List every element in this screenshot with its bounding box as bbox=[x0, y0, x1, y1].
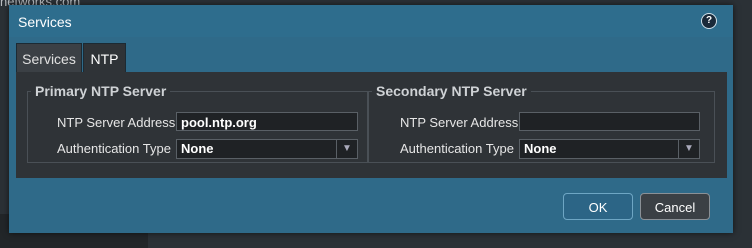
tab-services[interactable]: Services bbox=[16, 43, 82, 74]
secondary-auth-value: None bbox=[524, 141, 557, 156]
ok-button[interactable]: OK bbox=[563, 193, 633, 220]
secondary-auth-label: Authentication Type bbox=[400, 141, 514, 156]
dialog-title: Services bbox=[18, 14, 72, 30]
primary-address-label: NTP Server Address bbox=[57, 115, 176, 130]
secondary-ntp-legend: Secondary NTP Server bbox=[376, 83, 527, 99]
tab-ntp[interactable]: NTP bbox=[83, 43, 126, 74]
secondary-address-label: NTP Server Address bbox=[400, 115, 519, 130]
help-icon[interactable]: ? bbox=[701, 13, 717, 29]
services-dialog: Services ? Services NTP Primary NTP Serv… bbox=[9, 5, 733, 233]
secondary-address-input[interactable] bbox=[519, 112, 700, 131]
primary-address-input[interactable]: pool.ntp.org bbox=[176, 112, 358, 131]
primary-auth-value: None bbox=[181, 141, 214, 156]
chevron-down-icon[interactable]: ▼ bbox=[336, 140, 357, 158]
chevron-down-icon[interactable]: ▼ bbox=[678, 140, 699, 158]
primary-auth-label: Authentication Type bbox=[57, 141, 171, 156]
ntp-panel: Primary NTP Server NTP Server Address po… bbox=[16, 72, 727, 178]
dialog-titlebar[interactable]: Services ? bbox=[9, 5, 733, 37]
cancel-button[interactable]: Cancel bbox=[640, 193, 710, 220]
primary-ntp-legend: Primary NTP Server bbox=[35, 83, 167, 99]
primary-auth-select[interactable]: None ▼ bbox=[176, 139, 358, 159]
secondary-auth-select[interactable]: None ▼ bbox=[519, 139, 700, 159]
